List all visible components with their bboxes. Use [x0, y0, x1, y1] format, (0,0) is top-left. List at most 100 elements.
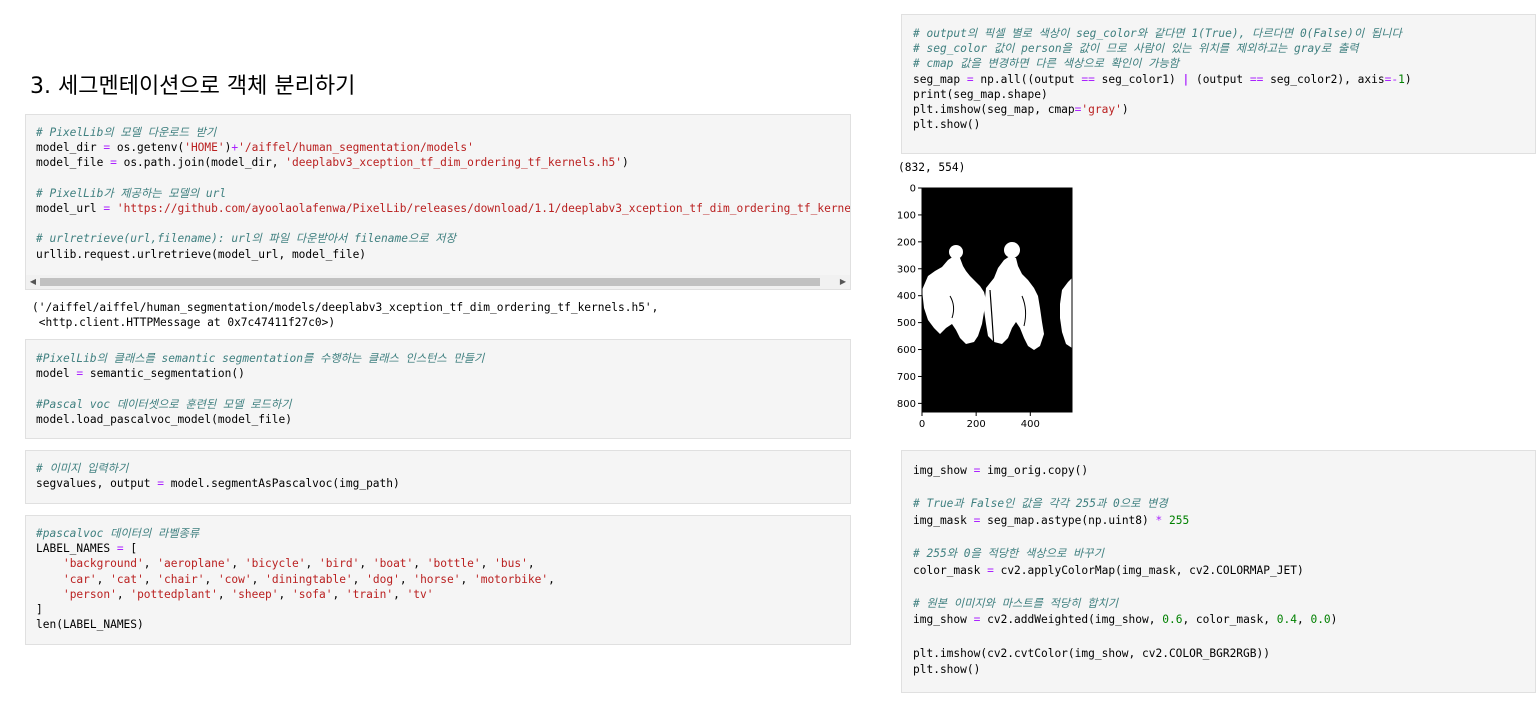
- code-line: img_show = img_orig.copy(): [913, 463, 1337, 480]
- code-token: 'bird': [318, 557, 360, 571]
- code-token: # urlretrieve(url,filename): url의 파일 다운받…: [36, 232, 456, 246]
- code-token: LABEL_NAMES: [36, 542, 117, 556]
- code-token: =: [157, 477, 164, 491]
- code-line: 'person', 'pottedplant', 'sheep', 'sofa'…: [36, 587, 555, 602]
- code-token: 'pottedplant': [130, 587, 218, 601]
- code-line: len(LABEL_NAMES): [36, 617, 555, 632]
- code-token: plt.imshow(seg_map, cmap: [913, 102, 1075, 116]
- code-cell-segmap[interactable]: # output의 픽셀 별로 색상이 seg_color와 같다면 1(Tru…: [901, 14, 1536, 154]
- code-token: # 원본 이미지와 마스트를 적당히 합치기: [913, 596, 1119, 610]
- code-token: seg_map.astype(np.uint8): [980, 513, 1156, 527]
- code-token: 'tv': [406, 587, 434, 601]
- code-token: 'chair': [157, 572, 205, 586]
- y-tick-label: 200: [897, 237, 916, 248]
- code-token: [: [123, 542, 138, 556]
- y-tick-label: 400: [897, 291, 916, 302]
- code-token: 'car': [62, 572, 97, 586]
- code-token: 'HOME': [184, 141, 225, 155]
- code-token: 'gray': [1081, 102, 1122, 116]
- code-token: ,: [305, 557, 319, 571]
- scroll-right-icon[interactable]: ▶: [836, 275, 850, 289]
- scrollbar-thumb[interactable]: [40, 278, 820, 286]
- code-cell-model-load[interactable]: #PixelLib의 클래스를 semantic segmentation를 수…: [25, 339, 851, 439]
- code-token: img_orig.copy(): [980, 464, 1089, 477]
- code-token: color_mask: [913, 563, 988, 577]
- code-token: cv2.addWeighted(img_show,: [980, 613, 1163, 627]
- code-token: , color_mask,: [1182, 613, 1277, 627]
- code-token: 'diningtable': [265, 572, 353, 586]
- mask-image: [921, 187, 1073, 413]
- code-token: urllib.request.urlretrieve(model_url, mo…: [36, 247, 367, 261]
- code-token: #Pascal voc 데이터셋으로 훈련된 모델 로드하기: [36, 397, 292, 411]
- code-line: urllib.request.urlretrieve(model_url, mo…: [36, 247, 850, 262]
- x-tick-label: 200: [967, 419, 986, 430]
- cell-code: # 이미지 입력하기 segvalues, output = model.segm…: [36, 461, 400, 491]
- code-token: ,: [548, 572, 555, 586]
- code-token: 'bus': [494, 557, 528, 571]
- code-token: plt.imshow(cv2.cvtColor(img_show, cv2.CO…: [913, 646, 1270, 660]
- code-token: cv2.applyColorMap(img_mask, cv2.COLORMAP…: [993, 563, 1304, 577]
- code-token: ,: [231, 557, 245, 571]
- code-token: np.all((output: [973, 72, 1082, 86]
- code-token: 'https://github.com/ayoolaolafenwa/Pixel…: [116, 201, 851, 215]
- code-token: =: [116, 542, 124, 556]
- code-line: img_show = cv2.addWeighted(img_show, 0.6…: [913, 612, 1337, 629]
- y-tick-label: 700: [897, 372, 916, 383]
- code-line: # 원본 이미지와 마스트를 적당히 합치기: [913, 596, 1337, 613]
- code-token: model: [36, 367, 77, 381]
- code-token: model_url: [36, 201, 104, 215]
- code-cell-labels[interactable]: #pascalvoc 데이터의 라벨종류 LABEL_NAMES = [ 'bac…: [25, 515, 851, 645]
- code-line: model_url = 'https://github.com/ayoolaol…: [36, 201, 851, 216]
- code-line: plt.show(): [913, 117, 1412, 132]
- code-token: ==: [1249, 72, 1264, 86]
- code-cell-segment[interactable]: # 이미지 입력하기 segvalues, output = model.segm…: [25, 450, 851, 504]
- code-token: ,: [204, 572, 218, 586]
- section-heading: 3. 세그멘테이션으로 객체 분리하기: [30, 74, 356, 99]
- code-line: LABEL_NAMES = [: [36, 541, 555, 556]
- code-token: 0.6: [1162, 613, 1183, 627]
- code-line: # PixelLib가 제공하는 모델의 url: [36, 186, 850, 201]
- code-line: # cmap 값을 변경하면 다른 색상으로 확인이 가능함: [913, 56, 1412, 71]
- code-token: 'background': [62, 557, 144, 571]
- code-line: 'car', 'cat', 'chair', 'cow', 'diningtab…: [36, 572, 555, 587]
- code-token: semantic_segmentation(): [83, 367, 245, 381]
- code-token: os.getenv(: [110, 141, 185, 155]
- code-token: # cmap 값을 변경하면 다른 색상으로 확인이 가능함: [913, 57, 1180, 71]
- code-token: ,: [332, 587, 346, 601]
- code-token: 'sheep': [231, 587, 279, 601]
- code-cell-overlay[interactable]: img_show = img_orig.copy() # True과 False…: [901, 450, 1536, 693]
- x-axis: 0 200 400: [919, 412, 1040, 430]
- y-tick-label: 500: [897, 318, 916, 329]
- scroll-left-icon[interactable]: ◀: [26, 275, 40, 289]
- code-token: # output의 픽셀 별로 색상이 seg_color와 같다면 1(Tru…: [913, 27, 1402, 40]
- code-token: #PixelLib의 클래스를 semantic segmentation를 수…: [36, 352, 485, 365]
- y-tick-label: 800: [897, 399, 916, 410]
- code-token: ,: [96, 572, 111, 586]
- code-cell-download[interactable]: # PixelLib의 모델 다운로드 받기 model_dir = os.get…: [25, 114, 851, 290]
- code-token: 0.4: [1276, 613, 1297, 627]
- code-line: 'background', 'aeroplane', 'bicycle', 'b…: [36, 556, 555, 571]
- code-token: 'aeroplane': [157, 557, 232, 571]
- code-token: 'boat': [372, 557, 414, 571]
- cell-code: # output의 픽셀 별로 색상이 seg_color와 같다면 1(Tru…: [913, 26, 1412, 132]
- code-token: 'dog': [366, 572, 400, 586]
- code-token: ,: [143, 572, 158, 586]
- code-line: print(seg_map.shape): [913, 87, 1412, 102]
- code-token: model_file: [36, 156, 111, 170]
- horizontal-scrollbar[interactable]: ◀ ▶: [26, 275, 850, 289]
- code-token: os.path.join(model_dir,: [116, 156, 286, 170]
- code-token: ,: [217, 587, 232, 601]
- code-token: 255: [1169, 513, 1190, 527]
- code-token: ,: [352, 572, 367, 586]
- code-line: ]: [36, 602, 555, 617]
- code-line: # seg_color 값이 person을 값이 므로 사람이 있는 위치를 …: [913, 41, 1412, 56]
- code-token: model.load_pascalvoc_model(model_file): [36, 412, 292, 426]
- code-line: #PixelLib의 클래스를 semantic segmentation를 수…: [36, 351, 484, 366]
- code-token: seg_color1): [1094, 72, 1183, 86]
